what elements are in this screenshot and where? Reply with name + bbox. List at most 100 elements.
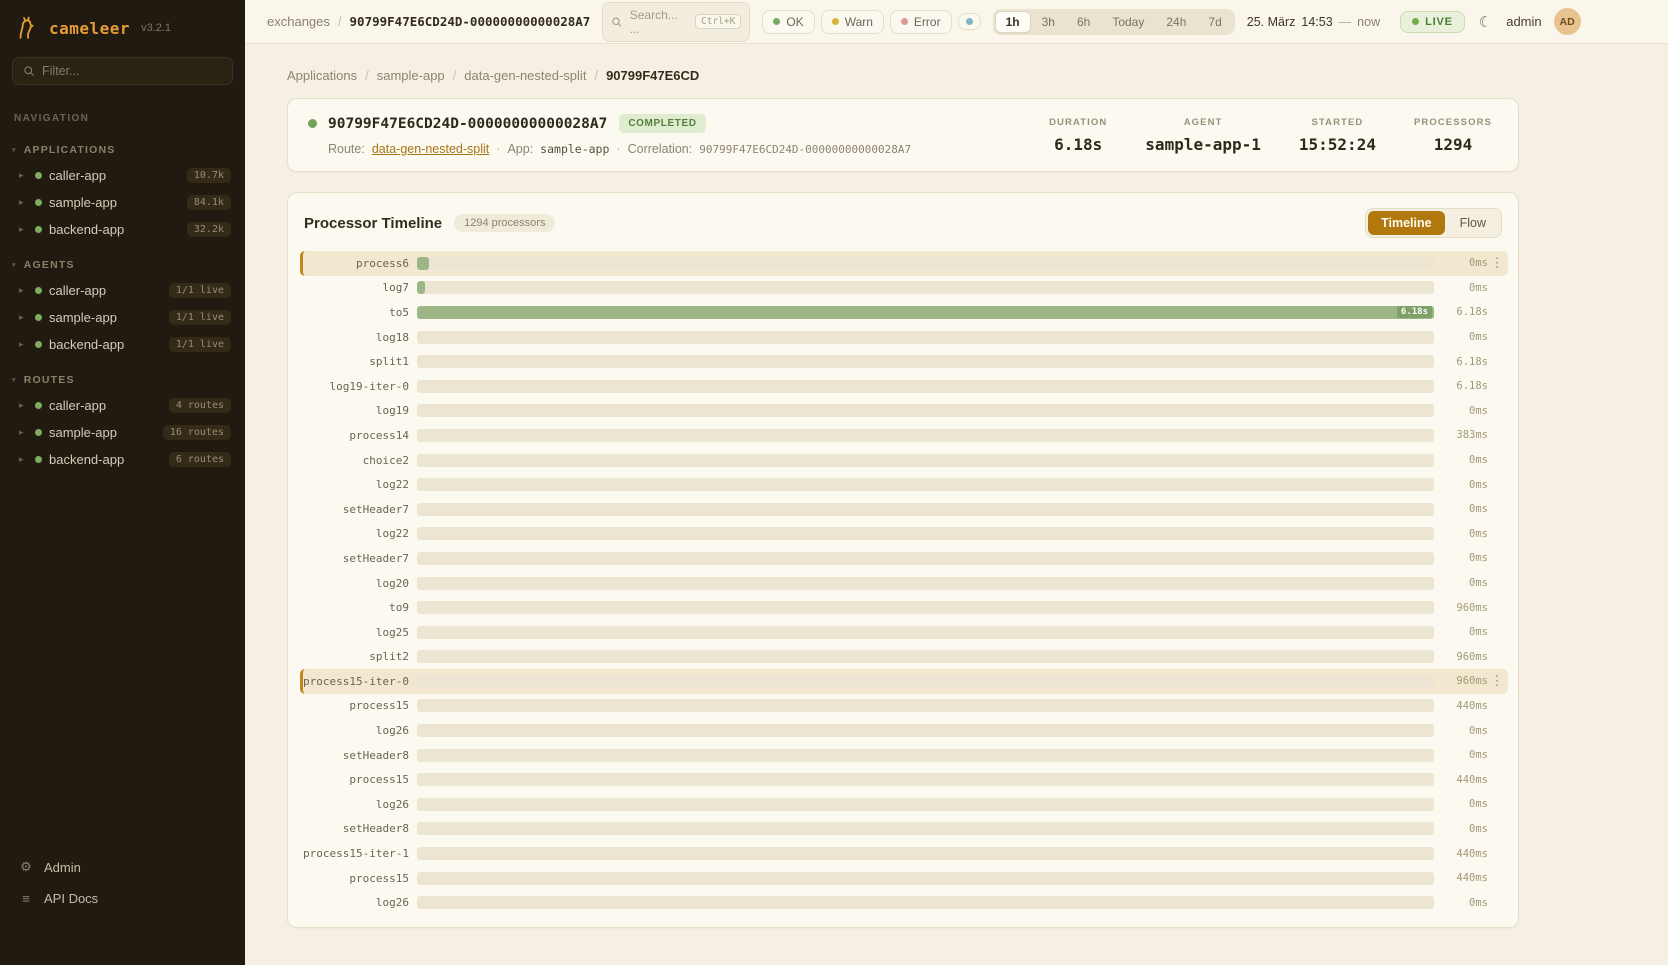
timeline-bar[interactable] [417,257,429,270]
route-link[interactable]: data-gen-nested-split [372,142,489,156]
stat-label: DURATION [1049,117,1107,128]
filter-chip-warn[interactable]: Warn [821,10,884,34]
timeline-row-split1[interactable]: split1 6.18s ⋮ [300,349,1508,374]
timeline-row-log26[interactable]: log26 0ms ⋮ [300,718,1508,743]
avatar[interactable]: AD [1554,8,1581,35]
sidebar-item-backend-app[interactable]: ▸ backend-app 32.2k [0,216,245,243]
live-toggle[interactable]: LIVE [1400,11,1465,33]
timeline-row-log22[interactable]: log22 0ms ⋮ [300,472,1508,497]
filter-chip-error[interactable]: Error [890,10,952,34]
status-dot-icon [35,287,42,294]
filter-placeholder: Filter... [42,64,80,78]
time-range-today[interactable]: Today [1101,11,1155,33]
processor-label: to9 [303,601,409,614]
timeline-row-log20[interactable]: log20 0ms ⋮ [300,571,1508,596]
row-duration: 440ms [1442,872,1488,884]
breadcrumb-data-gen-nested-split[interactable]: data-gen-nested-split [464,68,586,83]
processor-label: process15 [303,872,409,885]
timeline-row-log22[interactable]: log22 0ms ⋮ [300,522,1508,547]
row-duration: 0ms [1442,798,1488,810]
sidebar-item-caller-app[interactable]: ▸ caller-app 1/1 live [0,277,245,304]
sidebar-item-backend-app[interactable]: ▸ backend-app 6 routes [0,446,245,473]
stat-value: 1294 [1414,135,1492,154]
timeline-row-process15-iter-1[interactable]: process15-iter-1 440ms ⋮ [300,841,1508,866]
timeline-row-process15-iter-0[interactable]: process15-iter-0 960ms ⋮ [300,669,1508,694]
row-duration: 6.18s [1442,380,1488,392]
processor-label: process15-iter-1 [303,847,409,860]
group-items: ▸ caller-app 1/1 live ▸ sample-app 1/1 l… [0,277,245,358]
sidebar-group-header-routes[interactable]: ▾ ROUTES [0,370,245,392]
row-menu-icon[interactable]: ⋮ [1488,673,1506,689]
breadcrumb-Applications[interactable]: Applications [287,68,357,83]
timeline-row-log19-iter-0[interactable]: log19-iter-0 6.18s ⋮ [300,374,1508,399]
timeline-row-setHeader8[interactable]: setHeader8 0ms ⋮ [300,817,1508,842]
live-label: LIVE [1425,16,1453,28]
collapse-marker-icon: ▾ [12,146,17,154]
sidebar-item-backend-app[interactable]: ▸ backend-app 1/1 live [0,331,245,358]
search-input[interactable]: Search... ... Ctrl+K [602,2,750,42]
timeline-row-choice2[interactable]: choice2 0ms ⋮ [300,448,1508,473]
processor-label: log26 [303,798,409,811]
timeline-row-log25[interactable]: log25 0ms ⋮ [300,620,1508,645]
timeline-row-process15[interactable]: process15 440ms ⋮ [300,694,1508,719]
sidebar-filter-input[interactable]: Filter... [12,57,233,85]
sidebar-item-badge: 16 routes [163,425,231,440]
sidebar-group-header-applications[interactable]: ▾ APPLICATIONS [0,140,245,162]
sidebar-footer-admin[interactable]: ⚙ Admin [12,852,233,882]
timeline-row-process14[interactable]: process14 383ms ⋮ [300,423,1508,448]
app-name: cameleer [49,19,130,38]
sidebar-group: ▾ APPLICATIONS ▸ caller-app 10.7k ▸ samp… [0,140,245,243]
breadcrumb-separator: / [594,68,598,83]
timeline-row-to9[interactable]: to9 960ms ⋮ [300,595,1508,620]
timeline-row-setHeader8[interactable]: setHeader8 0ms ⋮ [300,743,1508,768]
timeline-row-setHeader7[interactable]: setHeader7 0ms ⋮ [300,497,1508,522]
timeline-row-setHeader7[interactable]: setHeader7 0ms ⋮ [300,546,1508,571]
breadcrumb-exchanges[interactable]: exchanges [267,14,330,29]
sidebar-item-badge: 1/1 live [169,337,231,352]
view-timeline[interactable]: Timeline [1368,211,1444,235]
row-menu-icon[interactable]: ⋮ [1488,255,1506,271]
timeline-track [417,355,1434,368]
stat-label: AGENT [1145,117,1261,128]
timeline-row-split2[interactable]: split2 960ms ⋮ [300,645,1508,670]
view-flow[interactable]: Flow [1447,211,1499,235]
app-logo[interactable]: cameleer v3.2.1 [0,0,245,53]
filter-chip-ok[interactable]: OK [762,10,814,34]
processor-label: process6 [303,257,409,270]
time-range-7d[interactable]: 7d [1197,11,1232,33]
chevron-right-icon: ▸ [19,427,28,438]
sidebar-group-header-agents[interactable]: ▾ AGENTS [0,255,245,277]
timeline-row-log26[interactable]: log26 0ms ⋮ [300,890,1508,915]
processor-label: process15 [303,699,409,712]
sidebar-item-caller-app[interactable]: ▸ caller-app 10.7k [0,162,245,189]
timeline-row-log19[interactable]: log19 0ms ⋮ [300,399,1508,424]
breadcrumb-sample-app[interactable]: sample-app [377,68,445,83]
sidebar-item-sample-app[interactable]: ▸ sample-app 16 routes [0,419,245,446]
filter-chip-dot[interactable] [958,13,981,30]
timeline-row-process15[interactable]: process15 440ms ⋮ [300,767,1508,792]
sidebar-footer-api-docs[interactable]: ≡ API Docs [12,884,233,913]
time-label: 14:53 [1301,15,1332,29]
timeline-bar[interactable] [417,281,425,294]
date-range-picker[interactable]: 25. März 14:53 — now [1247,15,1380,29]
time-range-24h[interactable]: 24h [1155,11,1197,33]
processor-timeline-card: Processor Timeline 1294 processors Timel… [287,192,1519,928]
timeline-row-log7[interactable]: log7 0ms ⋮ [300,276,1508,301]
sidebar-item-sample-app[interactable]: ▸ sample-app 84.1k [0,189,245,216]
timeline-row-process15[interactable]: process15 440ms ⋮ [300,866,1508,891]
row-duration: 0ms [1442,897,1488,909]
timeline-row-to5[interactable]: to5 6.18s 6.18s ⋮ [300,300,1508,325]
time-range-6h[interactable]: 6h [1066,11,1101,33]
timeline-bar[interactable]: 6.18s [417,306,1434,319]
timeline-row-process6[interactable]: process6 0ms ⋮ [300,251,1508,276]
time-range-1h[interactable]: 1h [995,11,1031,33]
sidebar-item-sample-app[interactable]: ▸ sample-app 1/1 live [0,304,245,331]
sidebar-item-caller-app[interactable]: ▸ caller-app 4 routes [0,392,245,419]
timeline-row-log18[interactable]: log18 0ms ⋮ [300,325,1508,350]
row-duration: 440ms [1442,700,1488,712]
processor-label: setHeader8 [303,749,409,762]
chevron-right-icon: ▸ [19,224,28,235]
time-range-3h[interactable]: 3h [1031,11,1066,33]
timeline-row-log26[interactable]: log26 0ms ⋮ [300,792,1508,817]
dark-mode-toggle-icon[interactable]: ☾ [1477,13,1494,31]
